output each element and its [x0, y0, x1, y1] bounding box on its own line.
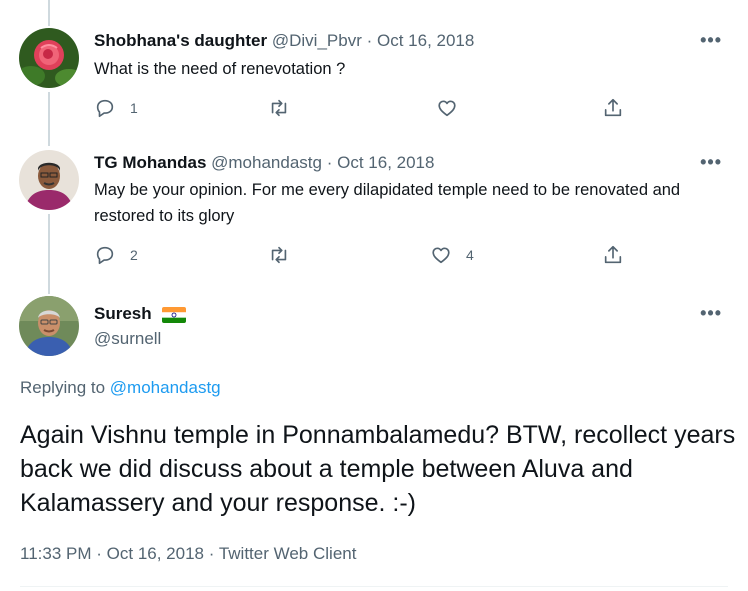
tweet-date[interactable]: Oct 16, 2018 — [377, 31, 474, 50]
avatar-mohandas[interactable] — [19, 150, 79, 210]
reply-icon — [96, 246, 114, 265]
retweet-button[interactable] — [268, 97, 290, 119]
separator-dot: · — [366, 31, 373, 50]
reply-count: 1 — [130, 100, 138, 116]
author-name[interactable]: Suresh — [94, 304, 152, 323]
like-button[interactable] — [436, 97, 458, 119]
like-count: 4 — [466, 247, 474, 263]
author-handle[interactable]: @mohandastg — [211, 153, 322, 172]
reply-button[interactable]: 1 — [94, 97, 138, 119]
reply-icon — [96, 99, 114, 118]
replying-to: Replying to @mohandastg — [20, 378, 221, 398]
separator-dot: · — [326, 153, 333, 172]
heart-icon — [432, 247, 450, 264]
thread-line-top — [48, 0, 50, 26]
share-icon — [604, 98, 622, 117]
avatar-suresh[interactable] — [19, 296, 79, 356]
india-flag-icon — [162, 306, 187, 323]
reply-count: 2 — [130, 247, 138, 263]
tweet-client[interactable]: Twitter Web Client — [219, 544, 357, 563]
thread-line-middle — [48, 92, 50, 146]
share-icon — [604, 245, 622, 264]
retweet-icon — [271, 246, 287, 264]
tweet-date[interactable]: Oct 16, 2018 — [107, 544, 204, 563]
separator-dot: · — [96, 544, 102, 563]
tweet-time[interactable]: 11:33 PM — [20, 544, 92, 563]
author-name[interactable]: Shobhana's daughter — [94, 31, 267, 50]
more-options-icon[interactable]: ••• — [700, 152, 722, 173]
thread-line-bottom — [48, 214, 50, 294]
author-handle[interactable]: @surnell — [94, 329, 161, 349]
share-button[interactable] — [602, 97, 624, 119]
retweet-button[interactable] — [268, 244, 290, 266]
tweet-metadata: 11:33 PM · Oct 16, 2018 · Twitter Web Cl… — [20, 544, 356, 564]
reply-button[interactable]: 2 — [94, 244, 138, 266]
tweet-date[interactable]: Oct 16, 2018 — [337, 153, 434, 172]
separator-dot: · — [208, 544, 215, 563]
heart-icon — [438, 100, 456, 117]
replying-to-label: Replying to — [20, 378, 106, 397]
author-name[interactable]: TG Mohandas — [94, 153, 206, 172]
like-button[interactable]: 4 — [430, 244, 474, 266]
replying-to-link[interactable]: @mohandastg — [110, 378, 221, 397]
divider — [20, 586, 728, 587]
tweet-text: What is the need of renevotation ? — [94, 60, 346, 78]
author-handle[interactable]: @Divi_Pbvr — [272, 31, 362, 50]
retweet-icon — [271, 99, 287, 117]
main-tweet-text: Again Vishnu temple in Ponnambalamedu? B… — [20, 421, 736, 517]
avatar-shobhana[interactable] — [19, 28, 79, 88]
tweet-text: May be your opinion. For me every dilapi… — [94, 181, 681, 225]
tweet-thread: Shobhana's daughter @Divi_Pbvr · Oct 16,… — [0, 0, 748, 591]
more-options-icon[interactable]: ••• — [700, 30, 722, 51]
more-options-icon[interactable]: ••• — [700, 303, 722, 324]
share-button[interactable] — [602, 244, 624, 266]
